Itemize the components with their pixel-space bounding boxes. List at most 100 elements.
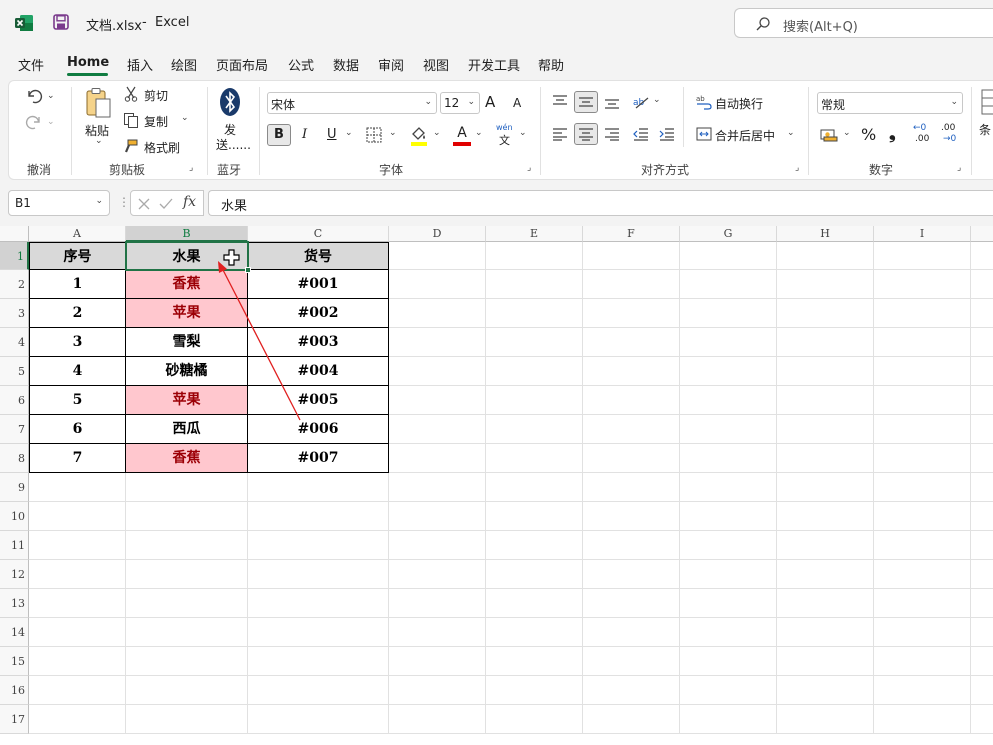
tab-developer[interactable]: 开发工具 [468, 55, 520, 74]
grid-cell[interactable] [680, 386, 777, 415]
table-cell[interactable]: 砂糖橘 [126, 357, 248, 386]
grid-cell[interactable] [583, 415, 680, 444]
grid-cell[interactable] [389, 357, 486, 386]
cut-icon[interactable] [123, 86, 139, 102]
grid-cell[interactable] [486, 299, 583, 328]
grid-cell[interactable] [389, 386, 486, 415]
column-header-a[interactable]: A [29, 226, 126, 242]
name-box[interactable]: B1 ⌄ [8, 190, 110, 216]
grid-cell[interactable] [777, 618, 874, 647]
grid-cell[interactable] [29, 676, 126, 705]
wrap-text-label[interactable]: 自动换行 [715, 95, 763, 112]
grid-cell[interactable] [486, 589, 583, 618]
decrease-indent-icon[interactable] [631, 124, 651, 144]
grid-cell[interactable] [971, 299, 993, 328]
column-header-f[interactable]: F [583, 226, 680, 242]
row-header-9[interactable]: 9 [0, 473, 29, 502]
underline-dropdown-icon[interactable]: ⌄ [345, 128, 353, 138]
grid-cell[interactable] [389, 444, 486, 473]
grid-cell[interactable] [583, 242, 680, 270]
clipboard-launcher-icon[interactable]: ⌟ [189, 163, 193, 173]
row-header-16[interactable]: 16 [0, 676, 29, 705]
align-launcher-icon[interactable]: ⌟ [795, 163, 799, 173]
conditional-format-icon[interactable] [981, 87, 993, 117]
grid-cell[interactable] [680, 705, 777, 734]
row-header-13[interactable]: 13 [0, 589, 29, 618]
column-header-d[interactable]: D [389, 226, 486, 242]
row-header-3[interactable]: 3 [0, 299, 29, 328]
phonetic-icon[interactable]: wén 文 [496, 123, 514, 147]
grid-cell[interactable] [583, 270, 680, 299]
tab-formulas[interactable]: 公式 [288, 55, 314, 74]
grid-cell[interactable] [583, 328, 680, 357]
table-cell[interactable]: 7 [29, 444, 126, 473]
grid-cell[interactable] [389, 705, 486, 734]
table-cell[interactable]: #003 [248, 328, 389, 357]
grid-cell[interactable] [680, 299, 777, 328]
grid-cell[interactable] [874, 386, 971, 415]
grid-cell[interactable] [126, 705, 248, 734]
grid-cell[interactable] [874, 270, 971, 299]
grid-cell[interactable] [248, 618, 389, 647]
grid-cell[interactable] [971, 415, 993, 444]
font-name-select[interactable]: 宋体 ⌄ [267, 92, 437, 114]
grid-cell[interactable] [777, 589, 874, 618]
grid-cell[interactable] [777, 242, 874, 270]
table-header-cell[interactable]: 货号 [248, 242, 389, 270]
grid-cell[interactable] [583, 357, 680, 386]
grid-cell[interactable] [680, 473, 777, 502]
grid-cell[interactable] [126, 531, 248, 560]
grid-cell[interactable] [777, 560, 874, 589]
grid-cell[interactable] [971, 444, 993, 473]
copy-dropdown-icon[interactable]: ⌄ [181, 113, 189, 123]
table-header-cell[interactable]: 水果 [126, 242, 248, 270]
grid-cell[interactable] [389, 270, 486, 299]
column-header-i[interactable]: I [874, 226, 971, 242]
tab-draw[interactable]: 绘图 [171, 55, 197, 74]
grid-cell[interactable] [486, 676, 583, 705]
fill-color-icon[interactable] [409, 125, 429, 147]
grid-cell[interactable] [389, 560, 486, 589]
fill-handle[interactable] [245, 267, 251, 273]
grid-cell[interactable] [874, 647, 971, 676]
grid-cell[interactable] [680, 531, 777, 560]
grid-cell[interactable] [971, 560, 993, 589]
grid-cell[interactable] [971, 270, 993, 299]
save-icon[interactable] [52, 13, 70, 31]
grid-cell[interactable] [874, 473, 971, 502]
grid-cell[interactable] [486, 618, 583, 647]
percent-style-button[interactable]: % [861, 125, 876, 144]
row-header-6[interactable]: 6 [0, 386, 29, 415]
grid-cell[interactable] [583, 589, 680, 618]
grid-cell[interactable] [874, 444, 971, 473]
table-cell[interactable]: #005 [248, 386, 389, 415]
table-cell[interactable]: #002 [248, 299, 389, 328]
tab-insert[interactable]: 插入 [127, 55, 153, 74]
grid-cell[interactable] [486, 270, 583, 299]
table-cell[interactable]: 苹果 [126, 299, 248, 328]
column-header-c[interactable]: C [248, 226, 389, 242]
grid-cell[interactable] [680, 647, 777, 676]
grid-cell[interactable] [389, 618, 486, 647]
grid-cell[interactable] [126, 502, 248, 531]
column-header-e[interactable]: E [486, 226, 583, 242]
fill-color-dropdown-icon[interactable]: ⌄ [433, 128, 441, 138]
grid-cell[interactable] [777, 647, 874, 676]
grid-cell[interactable] [583, 531, 680, 560]
table-cell[interactable]: 1 [29, 270, 126, 299]
underline-button[interactable]: U [327, 127, 337, 142]
grid-cell[interactable] [29, 531, 126, 560]
grid-cell[interactable] [777, 444, 874, 473]
tab-file[interactable]: 文件 [18, 55, 44, 74]
grid-cell[interactable] [583, 705, 680, 734]
cancel-icon[interactable] [137, 197, 151, 211]
row-header-14[interactable]: 14 [0, 618, 29, 647]
italic-button[interactable]: I [302, 127, 307, 142]
grid-cell[interactable] [486, 242, 583, 270]
grid-cell[interactable] [971, 242, 993, 270]
font-color-dropdown-icon[interactable]: ⌄ [475, 128, 483, 138]
table-cell[interactable]: 雪梨 [126, 328, 248, 357]
orientation-icon[interactable]: ab [631, 92, 651, 112]
grid-cell[interactable] [680, 270, 777, 299]
grid-cell[interactable] [248, 560, 389, 589]
